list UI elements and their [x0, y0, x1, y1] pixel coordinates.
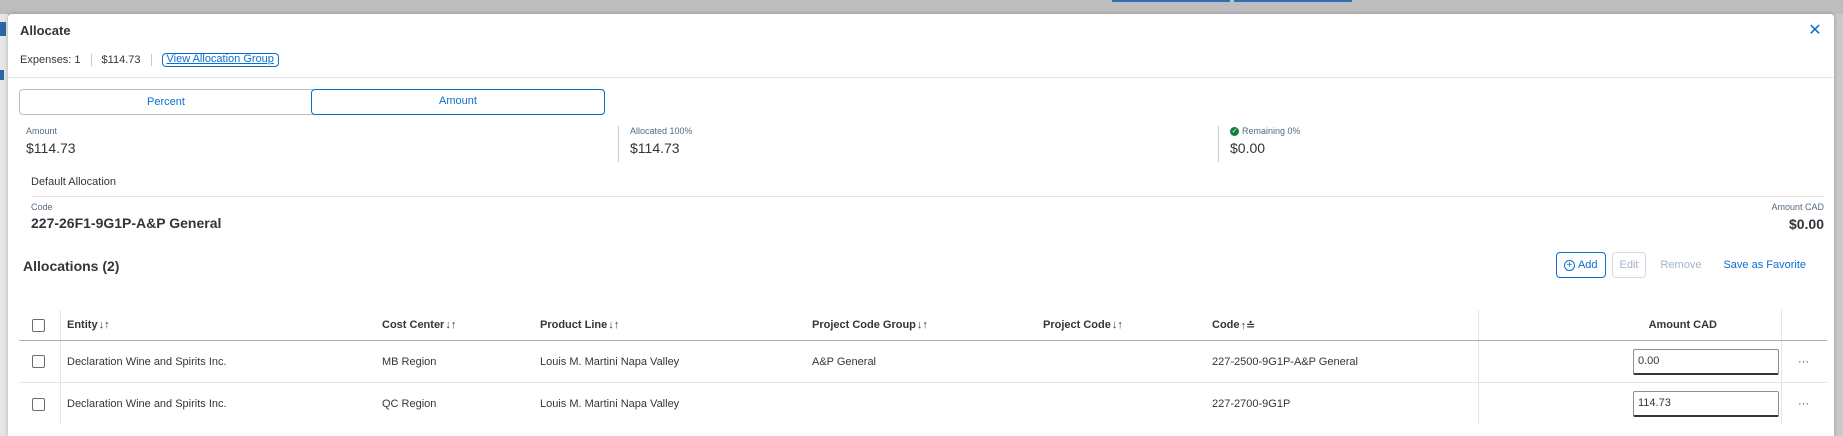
remaining-label: Remaining 0% [1242, 126, 1301, 136]
summary-remaining: ✓ Remaining 0% $0.00 [1230, 126, 1301, 166]
background-app-strip [0, 0, 1843, 14]
table-row: Declaration Wine and Spirits Inc. MB Reg… [19, 341, 1827, 383]
remaining-value: $0.00 [1230, 140, 1266, 157]
column-label: Entity [67, 319, 98, 331]
column-label: Amount CAD [1648, 319, 1717, 331]
column-divider [60, 310, 61, 340]
background-app-edge [0, 14, 8, 436]
select-all-checkbox[interactable] [32, 318, 45, 332]
amount-cell: 114.73 [1633, 383, 1779, 425]
allocated-value: $114.73 [630, 140, 680, 156]
divider [150, 54, 152, 66]
add-circle-icon: + [1563, 259, 1575, 271]
summary-allocated: Allocated 100% $114.73 [630, 126, 693, 166]
view-allocation-group-link[interactable]: View Allocation Group [161, 53, 279, 67]
add-button[interactable]: + Add [1555, 252, 1606, 278]
column-header-cost-center[interactable]: Cost Center ↓↑ [382, 310, 456, 340]
cell-cost-center: QC Region [382, 398, 437, 410]
divider [618, 126, 619, 162]
divider [1218, 126, 1219, 162]
column-label: Cost Center [382, 319, 445, 331]
sort-icon: ↓↑ [445, 319, 457, 331]
dialog-header: Allocate ✕ Expenses: 1 $114.73 View Allo… [8, 14, 1834, 78]
allocation-mode-toggle: Percent Amount [19, 89, 605, 115]
column-header-product-line[interactable]: Product Line ↓↑ [540, 310, 619, 340]
amount-label: Amount [26, 126, 58, 136]
column-header-code[interactable]: Code ↑≐ [1212, 310, 1255, 340]
mode-amount-button[interactable]: Amount [311, 89, 605, 115]
column-divider [60, 383, 61, 425]
column-label: Code [1212, 319, 1240, 331]
allocate-dialog: Allocate ✕ Expenses: 1 $114.73 View Allo… [8, 14, 1834, 436]
amount-input[interactable]: 0.00 [1633, 348, 1779, 375]
cell-code: 227-2700-9G1P [1212, 398, 1291, 410]
background-tab-indicator [1112, 0, 1230, 2]
check-circle-icon: ✓ [1230, 127, 1239, 137]
default-allocation-row: Code 227-26F1-9G1P-A&P General Amount CA… [31, 196, 1824, 236]
amount-value: $114.73 [26, 140, 76, 156]
row-checkbox[interactable] [32, 397, 45, 411]
dialog-title: Allocate [20, 23, 71, 38]
amount-input[interactable]: 114.73 [1633, 391, 1779, 417]
more-options-icon[interactable]: ··· [1798, 383, 1809, 425]
allocations-toolbar: + Add Edit Remove Save as Favorite [1550, 252, 1814, 278]
mode-percent-button[interactable]: Percent [20, 90, 312, 114]
sort-icon: ↓↑ [916, 319, 928, 331]
column-divider [1781, 341, 1782, 382]
divider [90, 54, 92, 66]
column-label: Project Code [1043, 319, 1111, 331]
background-link [0, 70, 4, 80]
background-tab-indicator [1234, 0, 1352, 2]
row-select-cell [32, 383, 45, 425]
column-divider [1781, 310, 1782, 340]
cell-cost-center: MB Region [382, 355, 437, 368]
cell-product-line: Louis M. Martini Napa Valley [540, 355, 680, 368]
expenses-amount: $114.73 [101, 54, 141, 66]
amount-cell: 0.00 [1633, 341, 1779, 382]
cell-product-line: Louis M. Martini Napa Valley [540, 398, 680, 410]
allocated-label: Allocated 100% [630, 126, 693, 136]
cell-project-code-group: A&P General [812, 355, 877, 368]
cell-entity: Declaration Wine and Spirits Inc. [67, 355, 227, 368]
column-divider [1478, 341, 1479, 382]
table-row: Declaration Wine and Spirits Inc. QC Reg… [19, 383, 1827, 425]
summary-amount: Amount $114.73 [26, 126, 76, 166]
default-allocation-heading: Default Allocation [31, 176, 116, 188]
column-header-amount-cad[interactable]: Amount CAD [1489, 310, 1717, 340]
more-options-icon[interactable]: ··· [1798, 341, 1809, 382]
cell-code: 227-2500-9G1P-A&P General [1212, 355, 1358, 368]
edit-button[interactable]: Edit [1611, 252, 1647, 278]
sort-icon: ↓↑ [1111, 319, 1123, 331]
column-label: Product Line [540, 319, 608, 331]
column-divider [1781, 383, 1782, 425]
allocations-title: Allocations (2) [23, 258, 120, 274]
save-as-favorite-button[interactable]: Save as Favorite [1715, 252, 1814, 278]
background-icon [0, 22, 6, 36]
table-header-row: Entity ↓↑ Cost Center ↓↑ Product Line ↓↑ Pr… [19, 310, 1827, 341]
sort-icon: ↓↑ [98, 319, 110, 331]
column-divider [1478, 310, 1479, 340]
column-divider [1478, 383, 1479, 425]
remove-button[interactable]: Remove [1652, 252, 1709, 278]
sort-icon: ↓↑ [608, 319, 620, 331]
row-select-cell [32, 341, 45, 382]
close-icon[interactable]: ✕ [1806, 22, 1824, 40]
expense-summary-bar: Expenses: 1 $114.73 View Allocation Grou… [20, 52, 279, 68]
amount-cad-label: Amount CAD [1771, 202, 1824, 212]
remaining-label-row: ✓ Remaining 0% [1230, 126, 1301, 137]
column-divider [60, 341, 61, 382]
column-header-project-code-group[interactable]: Project Code Group ↓↑ [812, 310, 928, 340]
column-header-entity[interactable]: Entity ↓↑ [67, 310, 110, 340]
code-value: 227-26F1-9G1P-A&P General [31, 215, 222, 231]
row-checkbox[interactable] [32, 355, 45, 368]
add-button-label: Add [1577, 259, 1598, 271]
select-all-cell [32, 310, 45, 340]
cell-entity: Declaration Wine and Spirits Inc. [67, 398, 227, 410]
column-label: Project Code Group [812, 319, 916, 331]
sort-icon: ↑≐ [1240, 319, 1256, 332]
expenses-count: Expenses: 1 [20, 54, 81, 66]
code-label: Code [31, 202, 53, 212]
amount-cad-value: $0.00 [1788, 216, 1824, 232]
column-header-project-code[interactable]: Project Code ↓↑ [1043, 310, 1123, 340]
